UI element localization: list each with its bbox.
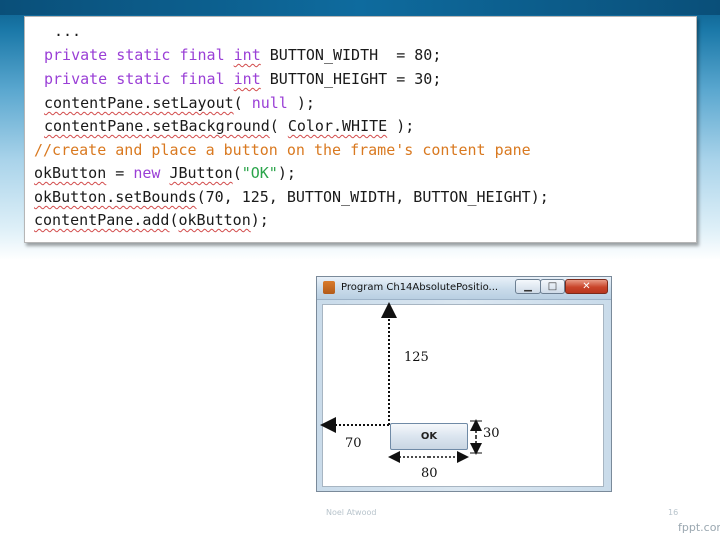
dimension-arrows (320, 302, 482, 463)
page-number: 16 (668, 508, 679, 517)
brand-watermark: fppt.com (678, 521, 720, 534)
top-offset-label: 125 (404, 350, 429, 365)
width-label: 80 (421, 466, 438, 481)
footer-author: Noel Atwood (326, 508, 377, 517)
left-offset-label: 70 (345, 436, 362, 451)
height-label: 30 (483, 426, 500, 441)
